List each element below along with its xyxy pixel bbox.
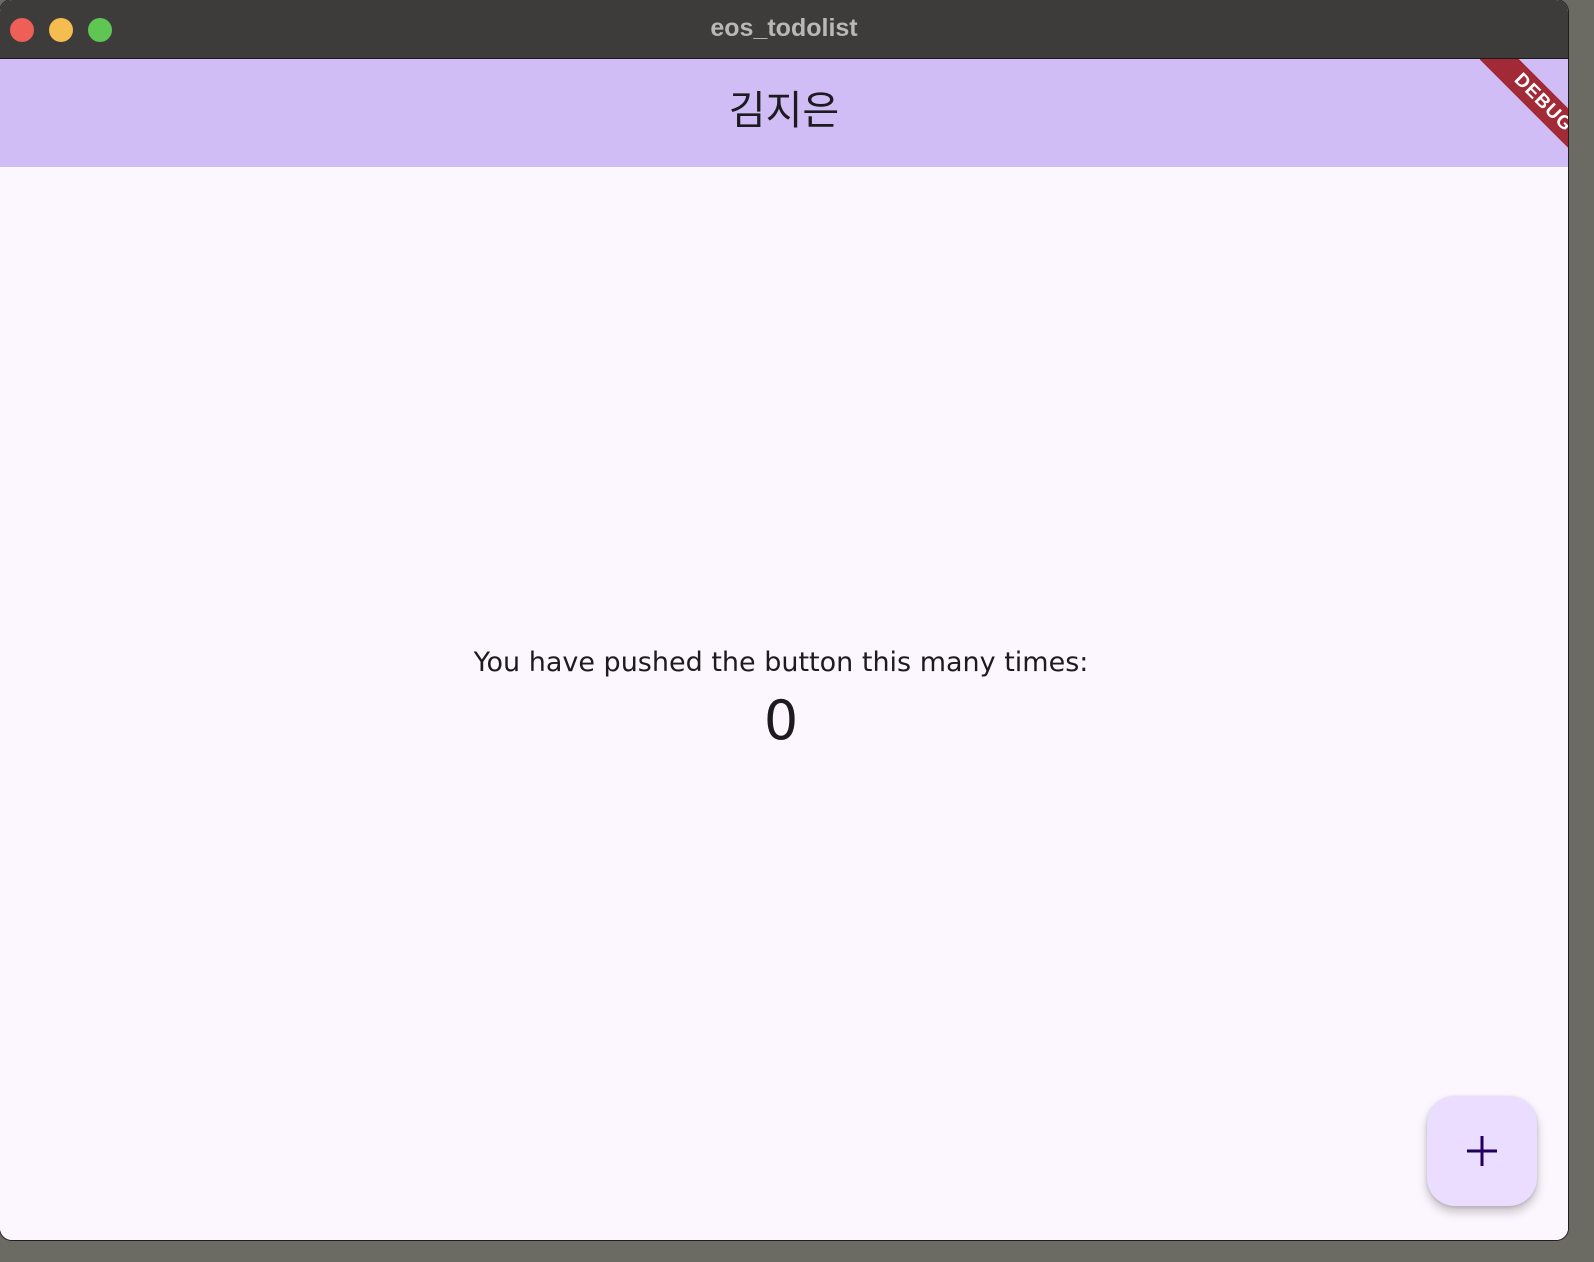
app-window: eos_todolist 김지은 DEBUG You have pushed t… — [0, 0, 1568, 1240]
counter-value: 0 — [763, 689, 799, 752]
window-titlebar[interactable]: eos_todolist — [0, 0, 1568, 59]
increment-button[interactable] — [1427, 1096, 1537, 1206]
counter-label: You have pushed the button this many tim… — [473, 647, 1089, 678]
window-title: eos_todolist — [710, 14, 858, 42]
app-bar: 김지은 — [0, 59, 1568, 167]
main-content: You have pushed the button this many tim… — [0, 167, 1568, 1240]
plus-icon — [1467, 1136, 1497, 1166]
page-title: 김지은 — [728, 88, 840, 134]
